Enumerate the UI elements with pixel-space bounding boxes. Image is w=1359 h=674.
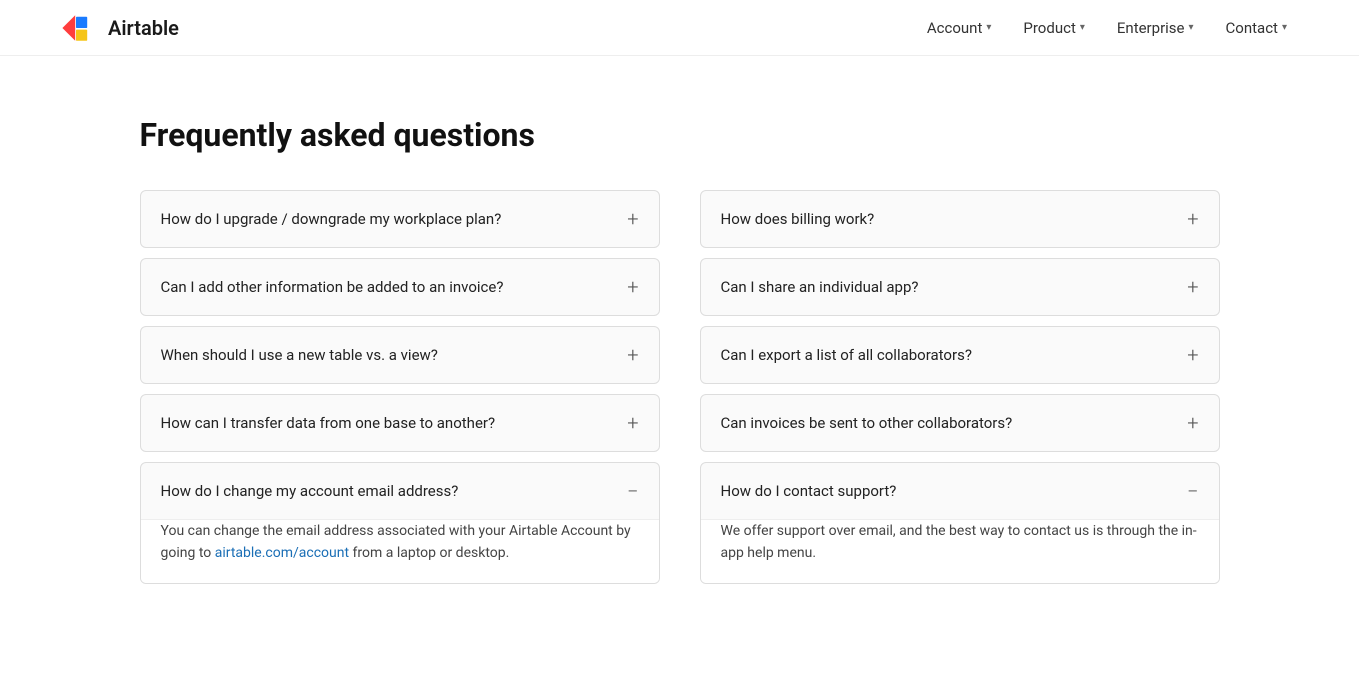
faq-item-q8: Can I export a list of all collaborators… <box>700 326 1220 384</box>
faq-column-right: How does billing work? + Can I share an … <box>700 190 1220 594</box>
faq-question-row-q2[interactable]: Can I add other information be added to … <box>141 259 659 315</box>
faq-item-q4: How can I transfer data from one base to… <box>140 394 660 452</box>
faq-item-q9: Can invoices be sent to other collaborat… <box>700 394 1220 452</box>
plus-icon-q6: + <box>1187 209 1198 229</box>
faq-answer-link-q5[interactable]: airtable.com/account <box>215 545 349 561</box>
plus-icon-q9: + <box>1187 413 1198 433</box>
faq-item-q3: When should I use a new table vs. a view… <box>140 326 660 384</box>
logo-icon <box>60 12 100 44</box>
faq-answer-text-q10: We offer support over email, and the bes… <box>721 523 1197 561</box>
nav-label-account: Account <box>927 19 983 37</box>
faq-answer-q5: You can change the email address associa… <box>141 519 659 583</box>
faq-column-left: How do I upgrade / downgrade my workplac… <box>140 190 660 594</box>
faq-question-row-q9[interactable]: Can invoices be sent to other collaborat… <box>701 395 1219 451</box>
faq-question-text-q4: How can I transfer data from one base to… <box>161 414 628 432</box>
faq-question-text-q2: Can I add other information be added to … <box>161 278 628 296</box>
plus-icon-q2: + <box>627 277 638 297</box>
faq-question-row-q10[interactable]: How do I contact support? − <box>701 463 1219 519</box>
logo-text: Airtable <box>108 16 179 40</box>
faq-question-row-q5[interactable]: How do I change my account email address… <box>141 463 659 519</box>
faq-item-q10: How do I contact support? − We offer sup… <box>700 462 1220 584</box>
plus-icon-q7: + <box>1187 277 1198 297</box>
faq-question-text-q5: How do I change my account email address… <box>161 482 628 500</box>
faq-question-row-q3[interactable]: When should I use a new table vs. a view… <box>141 327 659 383</box>
chevron-down-icon: ▾ <box>1282 22 1287 33</box>
faq-answer-q10: We offer support over email, and the bes… <box>701 519 1219 583</box>
plus-icon-q1: + <box>627 209 638 229</box>
faq-question-row-q8[interactable]: Can I export a list of all collaborators… <box>701 327 1219 383</box>
nav-label-enterprise: Enterprise <box>1117 19 1185 37</box>
faq-question-text-q1: How do I upgrade / downgrade my workplac… <box>161 210 628 228</box>
chevron-down-icon: ▾ <box>1080 22 1085 33</box>
nav-item-account[interactable]: Account ▾ <box>915 11 1004 45</box>
plus-icon-q8: + <box>1187 345 1198 365</box>
faq-item-q1: How do I upgrade / downgrade my workplac… <box>140 190 660 248</box>
faq-item-q6: How does billing work? + <box>700 190 1220 248</box>
nav-item-product[interactable]: Product ▾ <box>1011 11 1096 45</box>
plus-icon-q4: + <box>627 413 638 433</box>
nav-label-contact: Contact <box>1226 19 1278 37</box>
nav-label-product: Product <box>1023 19 1075 37</box>
nav-links: Account ▾ Product ▾ Enterprise ▾ Contact… <box>915 11 1299 45</box>
faq-question-text-q7: Can I share an individual app? <box>721 278 1188 296</box>
faq-question-text-q9: Can invoices be sent to other collaborat… <box>721 414 1188 432</box>
faq-question-text-q6: How does billing work? <box>721 210 1188 228</box>
faq-question-text-q3: When should I use a new table vs. a view… <box>161 346 628 364</box>
main-content: Frequently asked questions How do I upgr… <box>80 56 1280 674</box>
faq-question-text-q10: How do I contact support? <box>721 482 1188 500</box>
logo[interactable]: Airtable <box>60 12 179 44</box>
faq-question-row-q4[interactable]: How can I transfer data from one base to… <box>141 395 659 451</box>
faq-item-q5: How do I change my account email address… <box>140 462 660 584</box>
page-title: Frequently asked questions <box>140 116 1220 154</box>
faq-item-q7: Can I share an individual app? + <box>700 258 1220 316</box>
nav-item-contact[interactable]: Contact ▾ <box>1214 11 1299 45</box>
faq-answer-post-q5: from a laptop or desktop. <box>349 545 509 561</box>
navbar: Airtable Account ▾ Product ▾ Enterprise … <box>0 0 1359 56</box>
faq-question-text-q8: Can I export a list of all collaborators… <box>721 346 1188 364</box>
faq-question-row-q1[interactable]: How do I upgrade / downgrade my workplac… <box>141 191 659 247</box>
faq-item-q2: Can I add other information be added to … <box>140 258 660 316</box>
faq-grid: How do I upgrade / downgrade my workplac… <box>140 190 1220 594</box>
chevron-down-icon: ▾ <box>986 22 991 33</box>
faq-question-row-q6[interactable]: How does billing work? + <box>701 191 1219 247</box>
plus-icon-q3: + <box>627 345 638 365</box>
nav-item-enterprise[interactable]: Enterprise ▾ <box>1105 11 1206 45</box>
minus-icon-q5: − <box>627 481 638 501</box>
minus-icon-q10: − <box>1187 481 1198 501</box>
chevron-down-icon: ▾ <box>1189 22 1194 33</box>
faq-question-row-q7[interactable]: Can I share an individual app? + <box>701 259 1219 315</box>
